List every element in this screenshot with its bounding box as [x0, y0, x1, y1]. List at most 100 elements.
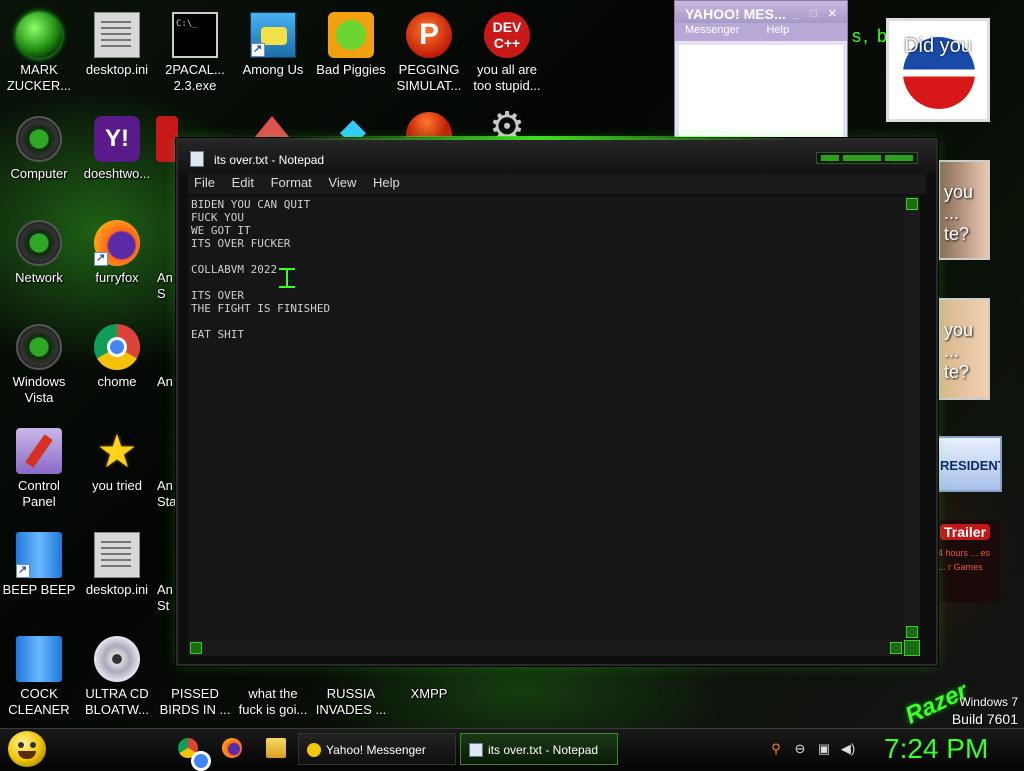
desktop-icon-partial[interactable] [156, 112, 178, 216]
windows-build: Build 7601 [951, 711, 1018, 727]
horizontal-scrollbar[interactable] [188, 640, 904, 656]
taskbar-button-notepad[interactable]: its over.txt - Notepad [460, 733, 618, 765]
face-ad-image[interactable]: you ... te? [938, 160, 990, 260]
blue-app-icon [16, 532, 62, 578]
desktop-icon-network[interactable]: Network [0, 216, 78, 320]
folder-icon[interactable] [266, 738, 286, 758]
gear-icon[interactable]: ⚙ [484, 104, 530, 138]
desktop-icon-you-tried[interactable]: ★ you tried [78, 424, 156, 528]
close-button[interactable] [885, 155, 913, 161]
icon-label: what the fuck is goi... [238, 686, 308, 717]
firefox-icon [94, 220, 140, 266]
menu-format[interactable]: Format [265, 174, 319, 190]
peggle-icon[interactable] [406, 112, 452, 138]
desktop-icon-doeshtwo[interactable]: Y! doeshtwo... [78, 112, 156, 216]
chrome-icon[interactable] [178, 738, 211, 771]
desktop-icon-computer[interactable]: Computer [0, 112, 78, 216]
start-button[interactable] [8, 731, 46, 767]
gem-icon[interactable]: ◆ [330, 108, 376, 138]
desktop-icon-partial[interactable]: An S [156, 216, 178, 320]
icon-label: MARK ZUCKER... [6, 62, 72, 93]
desktop-icon-desktop-ini-2[interactable]: desktop.ini [78, 528, 156, 632]
scroll-up-button[interactable] [906, 198, 918, 210]
text-editor[interactable]: BIDEN YOU CAN QUIT FUCK YOU WE GOT IT IT… [188, 196, 904, 640]
desktop-icon-2pacal[interactable]: C:\_ 2PACAL... 2.3.exe [156, 8, 234, 112]
control-panel-icon [16, 428, 62, 474]
yahoo-messenger-window[interactable]: YAHOO! MES... _ □ ✕ Messenger Help [674, 0, 848, 140]
trailer-ad-image[interactable]: Trailer 4 hours ... es ... r Games [936, 520, 1000, 602]
angry-birds-icon[interactable] [254, 116, 290, 138]
icon-label: An Sta [157, 478, 177, 509]
desktop-icon-dev-cpp[interactable]: DEV C++ you all are too stupid... [468, 8, 546, 112]
desktop-icon-partial[interactable]: An [156, 320, 178, 424]
resize-grip[interactable] [904, 640, 920, 656]
scroll-left-button[interactable] [190, 642, 202, 654]
desktop-icon-ultra-cd[interactable]: ULTRA CD BLOATW... [78, 632, 156, 728]
window-title: YAHOO! MES... [685, 6, 786, 22]
ad-text: Did you [904, 35, 972, 57]
minus-icon[interactable]: ⊖ [792, 741, 808, 757]
president-ad-image[interactable]: RESIDENT [936, 436, 1002, 492]
desktop-icon-chome[interactable]: chome [78, 320, 156, 424]
text-cursor-icon [275, 267, 299, 289]
icon-label: Network [15, 270, 63, 285]
desktop-icon-partial[interactable]: An Sta [156, 424, 178, 528]
yahoo-smiley-icon [307, 743, 321, 757]
menu-item-messenger[interactable]: Messenger [685, 24, 739, 36]
obama-ad-image[interactable]: Did you [886, 18, 990, 122]
window-controls[interactable] [816, 152, 918, 164]
search-icon[interactable]: ⚲ [768, 741, 784, 757]
menu-file[interactable]: File [188, 174, 222, 190]
shortcut-arrow-icon [16, 562, 30, 578]
icon-label: PEGGING SIMULAT... [396, 62, 462, 93]
notepad-window[interactable]: its over.txt - Notepad File Edit Format … [176, 136, 938, 666]
face-ad-image[interactable]: you ... te? [938, 298, 990, 400]
scroll-right-button[interactable] [890, 642, 902, 654]
icon-label: RUSSIA INVADES ... [315, 686, 387, 717]
window-title-bar[interactable]: YAHOO! MES... _ □ ✕ [675, 1, 847, 23]
icon-label: An S [157, 270, 173, 301]
firefox-icon[interactable] [222, 738, 242, 758]
computer-icon [16, 116, 62, 162]
shortcut-arrow-icon [251, 41, 265, 57]
desktop-icon-mark-zucker[interactable]: MARK ZUCKER... [0, 8, 78, 112]
icon-label: Among Us [242, 62, 304, 77]
desktop-icon-desktop-ini[interactable]: desktop.ini [78, 8, 156, 112]
menu-view[interactable]: View [322, 174, 363, 190]
desktop-icon-partial[interactable]: An St [156, 528, 178, 632]
icon-label: Windows Vista [12, 374, 66, 405]
network-icon[interactable]: ▣ [816, 741, 832, 757]
desktop-icon-among-us[interactable]: Among Us [234, 8, 312, 112]
speaker-icon[interactable]: ◀) [840, 741, 856, 757]
task-label: Yahoo! Messenger [326, 743, 426, 757]
taskbar-button-yahoo-messenger[interactable]: Yahoo! Messenger [298, 733, 456, 765]
icon-label: Control Panel [18, 478, 60, 509]
menu-help[interactable]: Help [367, 174, 407, 190]
menu-edit[interactable]: Edit [226, 174, 261, 190]
window-controls[interactable]: _ □ ✕ [793, 7, 841, 20]
desktop-icon-cock-cleaner[interactable]: COCK CLEANER [0, 632, 78, 728]
desktop-icon-bad-piggies[interactable]: Bad Piggies [312, 8, 390, 112]
icon-label: COCK CLEANER [8, 686, 70, 717]
desktop[interactable]: s, b... MARK ZUCKER... desktop.ini C:\_ … [0, 0, 1024, 728]
icon-label: 2PACAL... 2.3.exe [165, 62, 225, 93]
menu-item-help[interactable]: Help [766, 24, 789, 36]
star-icon: ★ [96, 425, 138, 477]
desktop-icon-pegging-simulator[interactable]: P PEGGING SIMULAT... [390, 8, 468, 112]
icon-label: chome [97, 374, 137, 389]
icon-label: Bad Piggies [316, 62, 386, 77]
minimize-button[interactable] [821, 155, 839, 161]
icon-label: desktop.ini [85, 582, 149, 597]
desktop-icon-furryfox[interactable]: furryfox [78, 216, 156, 320]
shortcut-arrow-icon [94, 250, 108, 266]
desktop-icon-control-panel[interactable]: Control Panel [0, 424, 78, 528]
desktop-icon-beep-beep[interactable]: BEEP BEEP [0, 528, 78, 632]
clock[interactable]: 7:24 PM [884, 731, 988, 767]
vertical-scrollbar[interactable] [904, 196, 920, 640]
scroll-down-button[interactable] [906, 626, 918, 638]
window-title: its over.txt - Notepad [214, 153, 325, 167]
maximize-button[interactable] [843, 155, 881, 161]
windows-build-watermark: Windows 7 Build 7601 [952, 694, 1018, 728]
window-title-bar[interactable]: its over.txt - Notepad [178, 140, 936, 174]
desktop-icon-windows-vista[interactable]: Windows Vista [0, 320, 78, 424]
